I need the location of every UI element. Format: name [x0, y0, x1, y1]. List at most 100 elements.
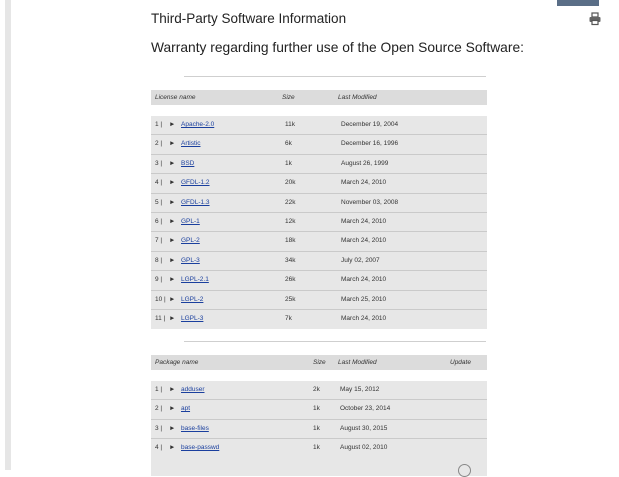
size-cell: 1k — [313, 405, 320, 412]
license-name-cell: LGPL-3 — [181, 315, 203, 322]
license-row: 11 | ► LGPL-3 7k March 24, 2010 — [151, 311, 487, 326]
license-name-link[interactable]: Apache-2.0 — [181, 121, 214, 128]
expand-arrow-icon[interactable]: ► — [169, 257, 175, 264]
expand-arrow-icon[interactable]: ► — [169, 218, 175, 225]
printer-icon[interactable] — [588, 12, 602, 26]
license-name-link[interactable]: LGPL-2 — [181, 296, 203, 303]
size-cell: 20k — [285, 179, 296, 186]
license-name-link[interactable]: BSD — [181, 160, 194, 167]
license-row: 9 | ► LGPL-2.1 26k March 24, 2010 — [151, 272, 487, 287]
row-separator — [151, 193, 487, 194]
page-title: Third-Party Software Information — [151, 11, 347, 26]
top-corner-tab — [557, 0, 599, 6]
expand-arrow-icon[interactable]: ► — [169, 315, 175, 322]
page-subtitle: Warranty regarding further use of the Op… — [151, 40, 524, 55]
size-cell: 22k — [285, 199, 296, 206]
row-separator — [151, 399, 487, 400]
license-row: 5 | ► GFDL-1.3 22k November 03, 2008 — [151, 195, 487, 210]
last-modified-cell: August 26, 1999 — [341, 160, 389, 167]
last-modified-cell: May 15, 2012 — [340, 386, 380, 393]
expand-arrow-icon[interactable]: ► — [169, 296, 175, 303]
license-name-cell: GPL-3 — [181, 257, 200, 264]
header-package-name: Package name — [155, 359, 199, 366]
header-size: Size — [313, 359, 326, 366]
expand-arrow-icon[interactable]: ► — [169, 444, 175, 451]
size-cell: 1k — [285, 160, 292, 167]
row-separator — [151, 251, 487, 252]
license-name-link[interactable]: GFDL-1.3 — [181, 199, 210, 206]
package-name-link[interactable]: base-passwd — [181, 444, 219, 451]
license-row: 1 | ► Apache-2.0 11k December 19, 2004 — [151, 117, 487, 132]
row-separator — [151, 212, 487, 213]
expand-arrow-icon[interactable]: ► — [169, 425, 175, 432]
license-name-link[interactable]: GPL-3 — [181, 257, 200, 264]
license-name-link[interactable]: Artistic — [181, 140, 201, 147]
package-name-link[interactable]: adduser — [181, 386, 205, 393]
last-modified-cell: December 19, 2004 — [341, 121, 399, 128]
license-name-cell: LGPL-2 — [181, 296, 203, 303]
last-modified-cell: August 02, 2010 — [340, 444, 388, 451]
license-name-link[interactable]: GFDL-1.2 — [181, 179, 210, 186]
last-modified-cell: March 24, 2010 — [341, 237, 387, 244]
expand-arrow-icon[interactable]: ► — [169, 160, 175, 167]
license-name-link[interactable]: LGPL-2.1 — [181, 276, 209, 283]
expand-arrow-icon[interactable]: ► — [169, 276, 175, 283]
license-name-cell: Artistic — [181, 140, 201, 147]
license-name-cell: GPL-2 — [181, 237, 200, 244]
license-row: 10 | ► LGPL-2 25k March 25, 2010 — [151, 292, 487, 307]
row-number: 8 | — [155, 257, 163, 264]
expand-arrow-icon[interactable]: ► — [169, 199, 175, 206]
size-cell: 2k — [313, 386, 320, 393]
license-name-link[interactable]: GPL-1 — [181, 218, 200, 225]
last-modified-cell: March 24, 2010 — [341, 218, 387, 225]
size-cell: 26k — [285, 276, 296, 283]
license-name-cell: GFDL-1.2 — [181, 179, 210, 186]
license-row: 4 | ► GFDL-1.2 20k March 24, 2010 — [151, 175, 487, 190]
expand-arrow-icon[interactable]: ► — [169, 405, 175, 412]
expand-arrow-icon[interactable]: ► — [169, 121, 175, 128]
row-separator — [151, 419, 487, 420]
expand-arrow-icon[interactable]: ► — [169, 179, 175, 186]
package-row: 3 | ► base-files 1k August 30, 2015 — [151, 421, 487, 436]
expand-arrow-icon[interactable]: ► — [169, 140, 175, 147]
license-name-cell: GFDL-1.3 — [181, 199, 210, 206]
size-cell: 1k — [313, 425, 320, 432]
expand-arrow-icon[interactable]: ► — [169, 386, 175, 393]
license-name-link[interactable]: GPL-2 — [181, 237, 200, 244]
package-name-cell: apt — [181, 405, 190, 412]
license-name-cell: Apache-2.0 — [181, 121, 214, 128]
size-cell: 6k — [285, 140, 292, 147]
row-number: 9 | — [155, 276, 163, 283]
license-row: 3 | ► BSD 1k August 26, 1999 — [151, 156, 487, 171]
size-cell: 7k — [285, 315, 292, 322]
last-modified-cell: March 25, 2010 — [341, 296, 387, 303]
license-row: 6 | ► GPL-1 12k March 24, 2010 — [151, 214, 487, 229]
row-separator — [151, 290, 487, 291]
size-cell: 18k — [285, 237, 296, 244]
divider — [184, 341, 486, 342]
size-cell: 11k — [285, 121, 295, 128]
row-number: 10 | — [155, 296, 166, 303]
package-name-cell: base-files — [181, 425, 209, 432]
package-name-link[interactable]: apt — [181, 405, 190, 412]
package-name-link[interactable]: base-files — [181, 425, 209, 432]
row-number: 3 | — [155, 425, 163, 432]
row-separator — [151, 309, 487, 310]
package-table-header: Package name Size Last Modified Update — [151, 355, 487, 370]
license-table-body: 1 | ► Apache-2.0 11k December 19, 2004 2 | ► Ar… — [151, 116, 487, 329]
row-number: 1 | — [155, 386, 163, 393]
row-number: 2 | — [155, 140, 163, 147]
last-modified-cell: March 24, 2010 — [341, 276, 387, 283]
expand-arrow-icon[interactable]: ► — [169, 237, 175, 244]
size-cell: 1k — [313, 444, 320, 451]
row-separator — [151, 438, 487, 439]
package-name-cell: adduser — [181, 386, 205, 393]
last-modified-cell: October 23, 2014 — [340, 405, 391, 412]
license-table-header: License name Size Last Modified — [151, 90, 487, 105]
header-update: Update — [450, 359, 471, 366]
license-row: 8 | ► GPL-3 34k July 02, 2007 — [151, 253, 487, 268]
package-row: 1 | ► adduser 2k May 15, 2012 — [151, 382, 487, 397]
license-name-link[interactable]: LGPL-3 — [181, 315, 203, 322]
last-modified-cell: December 16, 1996 — [341, 140, 399, 147]
update-circle-icon[interactable] — [458, 464, 471, 477]
